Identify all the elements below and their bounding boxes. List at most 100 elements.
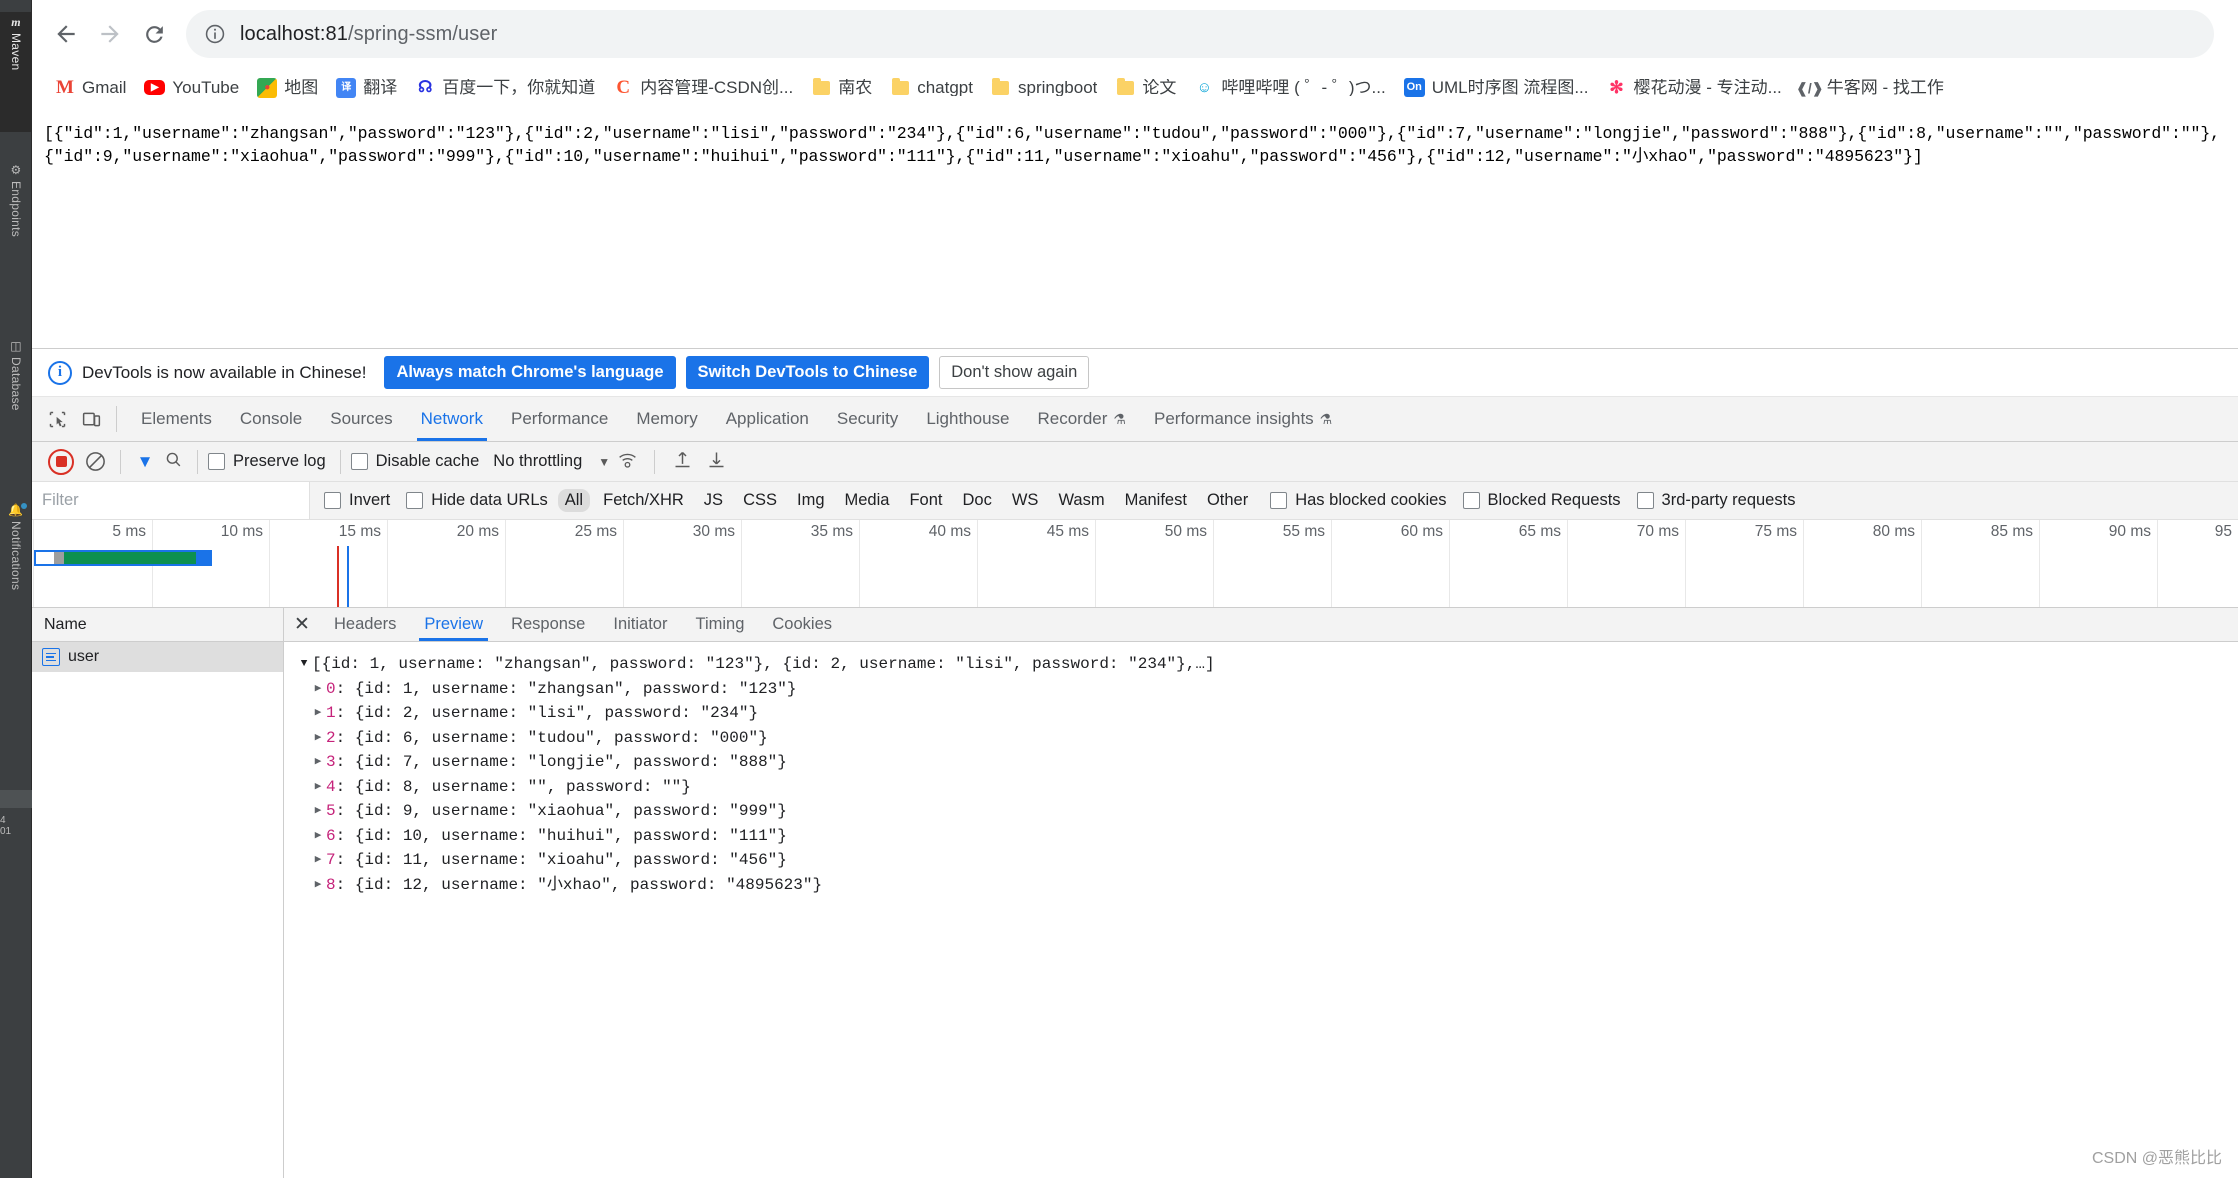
import-har-icon[interactable]	[665, 449, 699, 475]
filter-icon[interactable]: ▼	[131, 452, 159, 472]
filter-type-all[interactable]: All	[557, 489, 591, 512]
bookmark-baidu[interactable]: ☊ 百度一下，你就知道	[406, 74, 604, 102]
always-match-language-button[interactable]: Always match Chrome's language	[384, 356, 676, 389]
tab-lighthouse[interactable]: Lighthouse	[912, 397, 1023, 441]
bookmark-csdn[interactable]: C 内容管理-CSDN创...	[604, 74, 802, 102]
filter-type-ws[interactable]: WS	[1005, 489, 1046, 512]
preview-item-row[interactable]: ▶ 8: {id: 12, username: "小xhao", password…	[296, 873, 2238, 898]
tab-console[interactable]: Console	[226, 397, 316, 441]
preview-root-row[interactable]: ▼ [{id: 1, username: "zhangsan", passwor…	[296, 652, 2238, 677]
export-har-icon[interactable]	[699, 449, 733, 475]
bookmark-translate[interactable]: 译翻译	[327, 74, 406, 102]
preview-item-row[interactable]: ▶ 2: {id: 6, username: "tudou", password:…	[296, 726, 2238, 751]
preview-item-row[interactable]: ▶ 7: {id: 11, username: "xioahu", passwor…	[296, 848, 2238, 873]
preview-item-row[interactable]: ▶ 1: {id: 2, username: "lisi", password: …	[296, 701, 2238, 726]
tab-sources[interactable]: Sources	[316, 397, 406, 441]
bookmark-folder-springboot[interactable]: springboot	[982, 74, 1106, 102]
tab-memory[interactable]: Memory	[622, 397, 711, 441]
triangle-down-icon[interactable]: ▼	[296, 652, 312, 677]
tab-performance-insights[interactable]: Performance insights ⚗	[1140, 397, 1346, 441]
filter-type-css[interactable]: CSS	[736, 489, 784, 512]
triangle-right-icon[interactable]: ▶	[310, 824, 326, 849]
blocked-requests-checkbox[interactable]: Blocked Requests	[1462, 491, 1621, 510]
filter-type-other[interactable]: Other	[1200, 489, 1255, 512]
network-conditions-icon[interactable]	[610, 449, 644, 475]
clear-button[interactable]	[80, 447, 110, 477]
filter-type-wasm[interactable]: Wasm	[1051, 489, 1111, 512]
filter-type-doc[interactable]: Doc	[956, 489, 999, 512]
bookmark-gmail[interactable]: M Gmail	[46, 74, 135, 102]
tab-network[interactable]: Network	[407, 397, 497, 441]
bookmark-sakura[interactable]: ✻ 樱花动漫 - 专注动...	[1598, 74, 1791, 102]
preview-item-row[interactable]: ▶ 3: {id: 7, username: "longjie", passwor…	[296, 750, 2238, 775]
back-button[interactable]	[44, 12, 88, 56]
request-list-column-header[interactable]: Name	[32, 608, 283, 642]
bookmark-folder-lunwen[interactable]: 论文	[1106, 74, 1185, 102]
disable-cache-checkbox[interactable]: Disable cache	[350, 452, 479, 471]
site-info-icon[interactable]	[204, 23, 226, 45]
timeline-tick-label: 40 ms	[928, 523, 971, 540]
preview-item-row[interactable]: ▶ 0: {id: 1, username: "zhangsan", passwo…	[296, 677, 2238, 702]
triangle-right-icon[interactable]: ▶	[310, 677, 326, 702]
bookmark-folder-chatgpt[interactable]: chatgpt	[881, 74, 982, 102]
preview-item-row[interactable]: ▶ 5: {id: 9, username: "xiaohua", passwor…	[296, 799, 2238, 824]
filter-input[interactable]: Filter	[32, 482, 310, 519]
tab-application[interactable]: Application	[712, 397, 823, 441]
bookmark-nowcoder[interactable]: ❰/❱ 牛客网 - 找工作	[1791, 74, 1953, 102]
has-blocked-cookies-checkbox[interactable]: Has blocked cookies	[1270, 491, 1447, 510]
triangle-right-icon[interactable]: ▶	[310, 848, 326, 873]
tab-performance[interactable]: Performance	[497, 397, 622, 441]
rail-item-database[interactable]: ◫ Database	[0, 336, 32, 476]
preview-item-row[interactable]: ▶ 6: {id: 10, username: "huihui", passwor…	[296, 824, 2238, 849]
tab-security[interactable]: Security	[823, 397, 912, 441]
tab-elements[interactable]: Elements	[127, 397, 226, 441]
detail-tab-initiator[interactable]: Initiator	[599, 608, 681, 641]
record-button[interactable]	[48, 448, 74, 475]
tab-recorder[interactable]: Recorder ⚗	[1024, 397, 1140, 441]
timeline-tick-label: 65 ms	[1518, 523, 1561, 540]
filter-type-font[interactable]: Font	[902, 489, 949, 512]
filter-type-fetch-xhr[interactable]: Fetch/XHR	[596, 489, 691, 512]
bookmark-uml[interactable]: On UML时序图 流程图...	[1395, 74, 1598, 101]
filter-type-manifest[interactable]: Manifest	[1118, 489, 1194, 512]
preview-item-row[interactable]: ▶ 4: {id: 8, username: "", password: ""}	[296, 775, 2238, 800]
detail-tab-preview[interactable]: Preview	[410, 608, 497, 641]
filter-type-media[interactable]: Media	[838, 489, 897, 512]
detail-tab-cookies[interactable]: Cookies	[758, 608, 846, 641]
rail-item-endpoints[interactable]: ⚙ Endpoints	[0, 160, 32, 310]
detail-tab-response[interactable]: Response	[497, 608, 599, 641]
triangle-right-icon[interactable]: ▶	[310, 750, 326, 775]
close-icon[interactable]: ✕	[284, 608, 320, 641]
request-row-user[interactable]: user	[32, 642, 283, 672]
invert-checkbox[interactable]: Invert	[324, 491, 390, 510]
triangle-right-icon[interactable]: ▶	[310, 726, 326, 751]
third-party-requests-checkbox[interactable]: 3rd-party requests	[1636, 491, 1795, 510]
bookmark-youtube[interactable]: ▶ YouTube	[135, 75, 248, 100]
reload-button[interactable]	[132, 12, 176, 56]
hide-data-urls-checkbox[interactable]: Hide data URLs	[406, 491, 548, 510]
detail-tab-timing[interactable]: Timing	[681, 608, 758, 641]
throttling-select[interactable]: No throttling	[493, 452, 582, 471]
bookmark-folder-nannong[interactable]: 南农	[802, 74, 881, 102]
forward-button[interactable]	[88, 12, 132, 56]
triangle-right-icon[interactable]: ▶	[310, 873, 326, 898]
filter-type-img[interactable]: Img	[790, 489, 832, 512]
address-bar[interactable]: localhost:81/spring-ssm/user	[186, 10, 2214, 58]
detail-tab-headers[interactable]: Headers	[320, 608, 410, 641]
network-overview-timeline[interactable]: 5 ms 10 ms 15 ms 20 ms 25 ms 30 ms 35 ms…	[32, 520, 2238, 608]
switch-devtools-chinese-button[interactable]: Switch DevTools to Chinese	[685, 356, 930, 389]
search-icon[interactable]	[159, 450, 187, 474]
triangle-right-icon[interactable]: ▶	[310, 799, 326, 824]
preserve-log-checkbox[interactable]: Preserve log	[208, 452, 326, 471]
chevron-down-icon[interactable]: ▼	[598, 455, 610, 469]
rail-item-notifications[interactable]: 🔔 Notifications	[0, 500, 32, 678]
triangle-right-icon[interactable]: ▶	[310, 775, 326, 800]
bookmark-bilibili[interactable]: ☺ 哔哩哔哩 ( ゜- ゜)つ...	[1185, 74, 1394, 102]
device-toolbar-icon[interactable]	[74, 397, 108, 441]
rail-item-maven[interactable]: m Maven	[0, 12, 32, 132]
bookmark-maps[interactable]: ● 地图	[248, 74, 327, 102]
dont-show-again-button[interactable]: Don't show again	[939, 356, 1090, 389]
filter-type-js[interactable]: JS	[697, 489, 730, 512]
triangle-right-icon[interactable]: ▶	[310, 701, 326, 726]
inspect-element-icon[interactable]	[40, 397, 74, 441]
